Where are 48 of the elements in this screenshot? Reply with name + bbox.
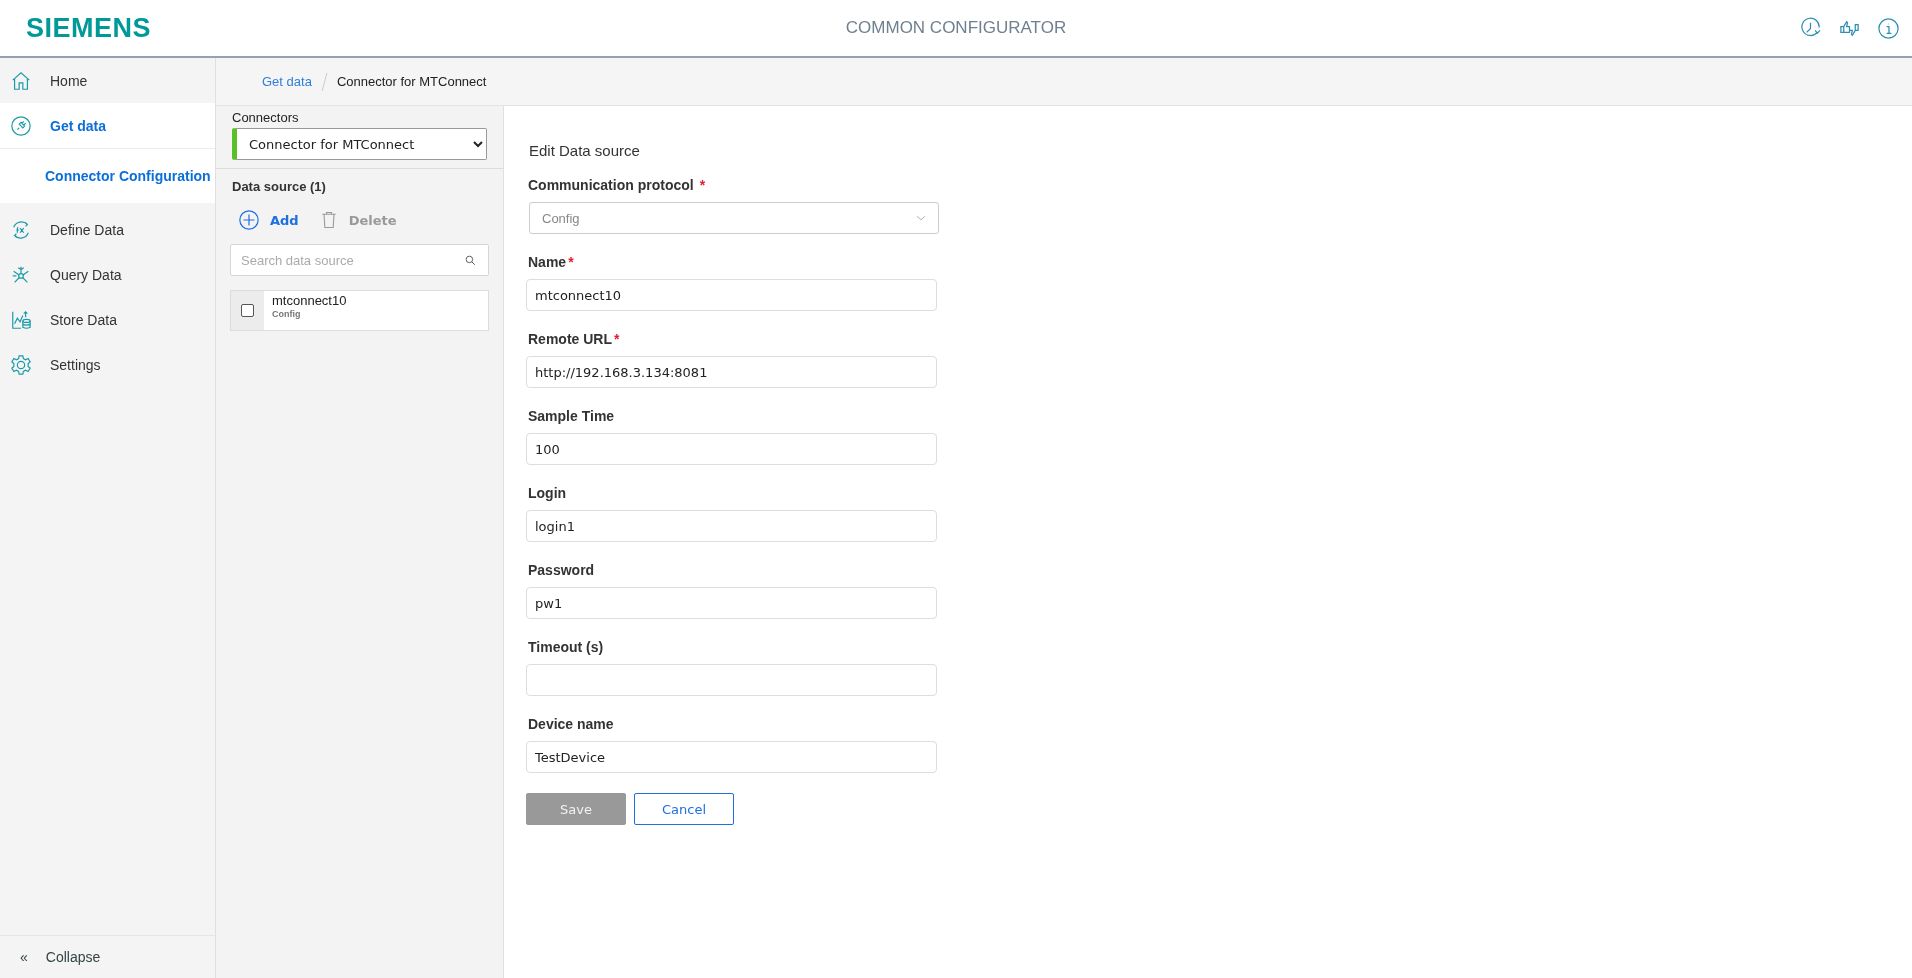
input-field[interactable]: TestDevice [526,741,937,773]
sidebar-item[interactable]: Store Data [0,297,215,342]
search-icon [464,254,477,267]
data-source-name: mtconnect10 [272,293,347,308]
sidebar-item[interactable]: Get data [0,103,215,149]
logo: SIEMENS [26,12,152,44]
chart-database-icon [10,308,32,331]
field-label: Device name [528,716,615,732]
info-button[interactable] [1877,16,1900,40]
data-source-item[interactable]: mtconnect10 Config [230,290,489,331]
input-field[interactable]: mtconnect10 [526,279,937,311]
field-label: Password [528,562,596,578]
connectors-label: Connectors [232,110,300,125]
plus-circle-icon [238,209,260,231]
field-label: Sample Time [528,408,616,424]
field-label: Communication protocol * [528,177,707,193]
field-label: Remote URL* [528,331,621,347]
cancel-button[interactable]: Cancel [634,793,734,825]
breadcrumb-current: Connector for MTConnect [336,74,487,89]
field-label: Login [528,485,568,501]
double-chevron-icon: « [20,949,28,965]
sidebar-item[interactable]: Home [0,58,215,103]
home-icon [10,69,32,92]
sidebar-item[interactable]: Define Data [0,207,215,252]
connector-dropdown[interactable]: Connector for MTConnect [232,128,487,160]
input-field[interactable]: login1 [526,510,937,542]
sidebar-item[interactable]: Query Data [0,252,215,297]
collapse-button[interactable]: « Collapse [0,935,215,978]
form-title: Edit Data source [529,142,641,159]
function-icon [10,218,32,241]
input-field[interactable] [526,664,937,696]
search-field[interactable]: Search data source [230,244,489,276]
input-field[interactable]: http://192.168.3.134:8081 [526,356,937,388]
add-button[interactable]: Add [238,208,299,232]
checkbox[interactable] [241,304,254,317]
field-label: Timeout (s) [528,639,605,655]
settings-icon [10,353,32,376]
data-source-type: Config [272,309,302,319]
data-source-heading: Data source (1) [232,179,327,194]
breadcrumb-link[interactable]: Get data [262,74,312,89]
plug-icon [10,114,32,137]
app-title: COMMON CONFIGURATOR [845,18,1067,37]
sidebar-subitem[interactable]: Connector Configuration [0,149,215,203]
input-field[interactable]: 100 [526,433,937,465]
field-label: Name* [528,254,575,270]
info-icon [1877,16,1900,40]
input-field[interactable]: pw1 [526,587,937,619]
sidebar-item[interactable]: Settings [0,342,215,387]
